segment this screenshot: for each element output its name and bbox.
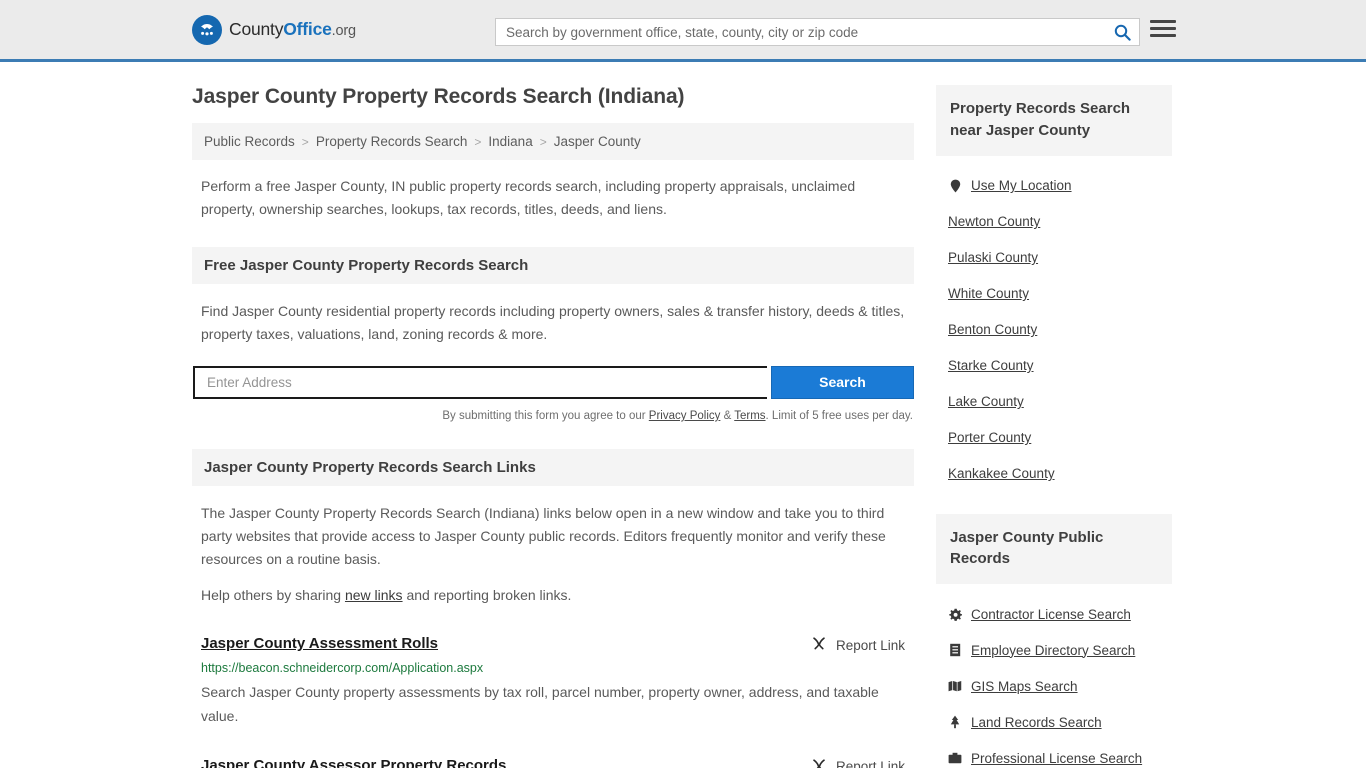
site-logo[interactable]: CountyOffice.org <box>192 14 356 45</box>
disclaimer-text-after: . Limit of 5 free uses per day. <box>765 409 913 422</box>
privacy-policy-link[interactable]: Privacy Policy <box>649 410 721 422</box>
links-section-heading: Jasper County Property Records Search Li… <box>192 448 914 486</box>
sidebar-link-label[interactable]: Land Records Search <box>971 715 1102 730</box>
sidebar-item-contractor-license-search[interactable]: Contractor License Search <box>948 596 1172 632</box>
logo-text-office: Office <box>283 19 332 39</box>
links-section-paragraph: The Jasper County Property Records Searc… <box>201 504 886 567</box>
disclaimer-amp: & <box>720 409 735 422</box>
free-search-body: Find Jasper County residential property … <box>201 300 905 346</box>
sidebar-public-records-list: Contractor License Search Employee Direc… <box>936 584 1172 768</box>
sidebar-link-label[interactable]: Employee Directory Search <box>971 643 1135 658</box>
hamburger-menu-icon[interactable] <box>1150 20 1176 37</box>
sidebar-item-use-my-location[interactable]: Use My Location <box>948 168 1172 204</box>
sidebar-nearby-heading: Property Records Search near Jasper Coun… <box>936 85 1172 156</box>
breadcrumb-item-indiana[interactable]: Indiana <box>488 134 532 149</box>
result-title-link[interactable]: Jasper County Assessor Property Records <box>201 757 506 768</box>
tree-icon <box>948 715 962 729</box>
gear-icon <box>948 608 962 621</box>
sidebar-link-label[interactable]: Newton County <box>948 214 1040 229</box>
logo-text-county: County <box>229 19 284 39</box>
form-disclaimer: By submitting this form you agree to our… <box>192 410 914 422</box>
sidebar-item-professional-license-search[interactable]: Professional License Search <box>948 740 1172 768</box>
disclaimer-text-before: By submitting this form you agree to our <box>442 409 649 422</box>
report-link-label: Report Link <box>835 637 905 653</box>
sidebar-link-label[interactable]: Starke County <box>948 358 1034 373</box>
page-title: Jasper County Property Records Search (I… <box>192 85 685 108</box>
breadcrumb: Public Records > Property Records Search… <box>192 123 914 160</box>
sidebar-link-label[interactable]: Lake County <box>948 394 1024 409</box>
intro-paragraph: Perform a free Jasper County, IN public … <box>201 178 856 217</box>
breadcrumb-separator: > <box>301 134 309 149</box>
briefcase-icon <box>948 752 962 764</box>
result-header-row: Jasper County Assessor Property Records … <box>201 757 905 768</box>
hamburger-bar <box>1150 20 1176 23</box>
breadcrumb-separator: > <box>474 134 482 149</box>
result-header-row: Jasper County Assessment Rolls Report Li… <box>201 635 905 654</box>
sidebar-public-records-block: Jasper County Public Records Contractor … <box>936 513 1172 768</box>
report-link-button[interactable]: Report Link <box>811 757 905 768</box>
terms-link[interactable]: Terms <box>734 410 765 422</box>
sidebar-link-label[interactable]: White County <box>948 286 1029 301</box>
sidebar-item-newton-county[interactable]: Newton County <box>948 204 1172 240</box>
sidebar-link-label[interactable]: GIS Maps Search <box>971 679 1078 694</box>
breadcrumb-item-property-records-search[interactable]: Property Records Search <box>316 134 468 149</box>
free-search-heading: Free Jasper County Property Records Sear… <box>192 247 914 285</box>
sidebar-link-label[interactable]: Use My Location <box>971 178 1072 193</box>
report-link-button[interactable]: Report Link <box>811 635 905 654</box>
map-icon <box>948 680 962 692</box>
new-links-link[interactable]: new links <box>345 587 403 603</box>
address-search-form: Search <box>193 365 914 399</box>
address-input[interactable] <box>193 365 767 399</box>
sidebar-item-starke-county[interactable]: Starke County <box>948 348 1172 384</box>
sidebar-nearby-list: Use My Location Newton County Pulaski Co… <box>936 156 1172 492</box>
sidebar-public-records-heading: Jasper County Public Records <box>936 513 1172 584</box>
sidebar-item-gis-maps-search[interactable]: GIS Maps Search <box>948 668 1172 704</box>
sidebar-item-benton-county[interactable]: Benton County <box>948 312 1172 348</box>
sidebar-link-label[interactable]: Kankakee County <box>948 466 1055 481</box>
report-link-label: Report Link <box>835 759 905 768</box>
sidebar-item-porter-county[interactable]: Porter County <box>948 420 1172 456</box>
logo-wordmark: CountyOffice.org <box>229 19 356 40</box>
sidebar-item-employee-directory-search[interactable]: Employee Directory Search <box>948 632 1172 668</box>
sidebar-link-label[interactable]: Contractor License Search <box>971 607 1131 622</box>
site-header: CountyOffice.org <box>0 0 1366 62</box>
sidebar: Property Records Search near Jasper Coun… <box>936 85 1172 768</box>
sidebar-item-white-county[interactable]: White County <box>948 276 1172 312</box>
eagle-shield-icon <box>192 14 222 45</box>
sidebar-item-lake-county[interactable]: Lake County <box>948 384 1172 420</box>
breadcrumb-item-jasper-county[interactable]: Jasper County <box>554 134 641 149</box>
main-column: Jasper County Property Records Search (I… <box>192 85 914 768</box>
help-text-after: and reporting broken links. <box>402 587 572 604</box>
links-section-body: The Jasper County Property Records Searc… <box>201 502 905 607</box>
hamburger-bar <box>1150 34 1176 37</box>
result-title-link[interactable]: Jasper County Assessment Rolls <box>201 635 438 652</box>
sidebar-item-land-records-search[interactable]: Land Records Search <box>948 704 1172 740</box>
map-pin-icon <box>948 179 962 193</box>
broken-link-icon <box>811 636 827 654</box>
links-section-help: Help others by sharing new links and rep… <box>201 584 905 607</box>
sidebar-link-label[interactable]: Porter County <box>948 430 1031 445</box>
result-item: Jasper County Assessor Property Records … <box>201 757 905 768</box>
sidebar-link-label[interactable]: Pulaski County <box>948 250 1038 265</box>
broken-link-icon <box>811 758 827 768</box>
breadcrumb-item-public-records[interactable]: Public Records <box>204 134 295 149</box>
sidebar-item-pulaski-county[interactable]: Pulaski County <box>948 240 1172 276</box>
free-search-description: Find Jasper County residential property … <box>201 303 905 343</box>
page-container: Jasper County Property Records Search (I… <box>0 62 1366 768</box>
global-search-bar[interactable] <box>495 18 1140 46</box>
result-description: Search Jasper County property assessment… <box>201 684 879 725</box>
sidebar-item-kankakee-county[interactable]: Kankakee County <box>948 456 1172 492</box>
result-url: https://beacon.schneidercorp.com/Applica… <box>201 661 484 676</box>
search-input[interactable] <box>496 19 1105 45</box>
hamburger-bar <box>1150 27 1176 30</box>
breadcrumb-separator: > <box>539 134 547 149</box>
directory-icon <box>948 643 962 657</box>
address-search-button[interactable]: Search <box>771 365 914 399</box>
result-item: Jasper County Assessment Rolls Report Li… <box>201 635 905 728</box>
logo-text-org: .org <box>331 23 356 39</box>
sidebar-link-label[interactable]: Professional License Search <box>971 751 1142 766</box>
sidebar-link-label[interactable]: Benton County <box>948 322 1037 337</box>
search-icon[interactable] <box>1105 19 1139 45</box>
help-text-before: Help others by sharing <box>201 587 345 604</box>
